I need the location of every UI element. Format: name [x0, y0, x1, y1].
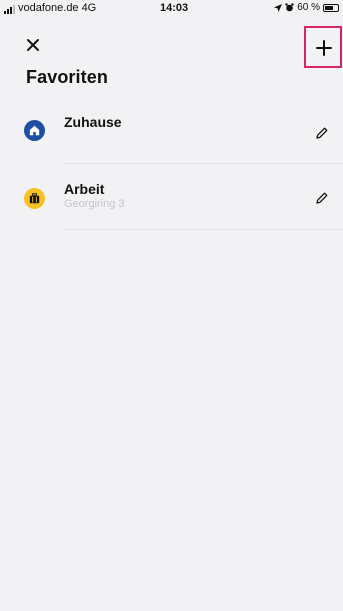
signal-icon	[4, 5, 15, 14]
list-divider	[64, 163, 343, 164]
favorites-screen: vodafone.de 4G 14:03 60 % Favoriten Zuha…	[0, 0, 343, 611]
battery-icon	[323, 3, 339, 12]
network-type: 4G	[81, 2, 97, 14]
edit-favorite-button[interactable]	[315, 126, 329, 140]
favorite-address: Georgiring 3	[64, 198, 125, 210]
favorite-icon-badge	[24, 120, 45, 141]
carrier-name: vodafone.de	[18, 2, 79, 14]
favorite-name: Arbeit	[64, 181, 105, 197]
plus-icon	[316, 40, 332, 56]
pencil-icon	[316, 127, 328, 139]
favorite-name: Zuhause	[64, 114, 122, 130]
list-divider	[64, 229, 343, 230]
home-icon	[29, 125, 40, 136]
favorite-item-arbeit[interactable]: Arbeit Georgiring 3	[0, 176, 343, 230]
status-bar-right: 60 %	[274, 2, 339, 13]
clock: 14:03	[160, 2, 189, 14]
page-title: Favoriten	[26, 67, 108, 87]
favorite-item-zuhause[interactable]: Zuhause	[0, 110, 343, 164]
status-bar: vodafone.de 4G 14:03 60 %	[0, 0, 343, 18]
location-arrow-icon	[274, 3, 283, 12]
edit-favorite-button[interactable]	[315, 191, 329, 205]
alarm-icon	[285, 3, 294, 12]
close-button[interactable]	[26, 36, 42, 54]
pencil-icon	[316, 192, 328, 204]
add-favorite-button[interactable]	[304, 26, 342, 68]
battery-percent: 60 %	[297, 2, 320, 13]
status-bar-left: vodafone.de 4G	[4, 2, 96, 14]
close-icon	[27, 39, 39, 51]
briefcase-icon	[29, 193, 40, 204]
favorite-icon-badge	[24, 188, 45, 209]
